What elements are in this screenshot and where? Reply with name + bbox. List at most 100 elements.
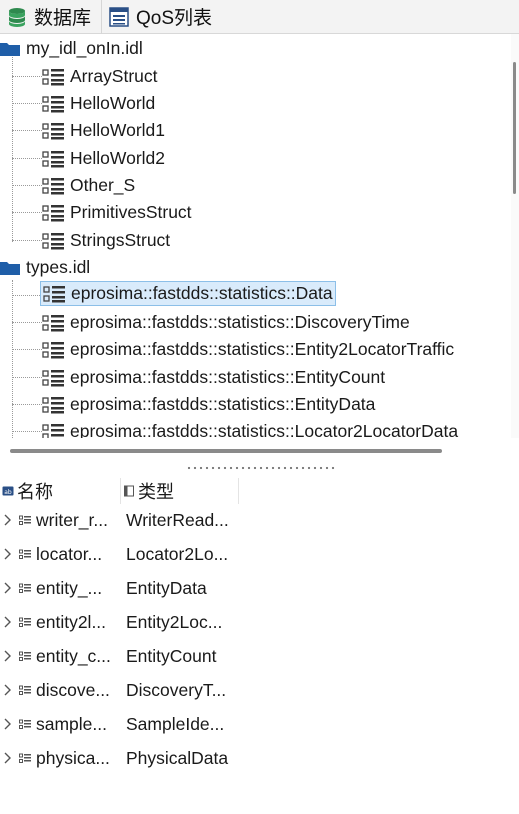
struct-icon — [43, 285, 65, 302]
svg-text:ab: ab — [4, 489, 12, 496]
cell-name: locator... — [36, 544, 103, 564]
tree-item[interactable]: StringsStruct — [42, 227, 170, 254]
tree-item-label: PrimitivesStruct — [70, 202, 192, 222]
table-header: ab 名称 类型 — [0, 478, 519, 504]
tree-item[interactable]: ArrayStruct — [42, 63, 158, 90]
tree-item-label: eprosima::fastdds::statistics::EntityCou… — [70, 367, 386, 387]
tree-item[interactable]: eprosima::fastdds::statistics::Discovery… — [42, 309, 410, 336]
tree-connector — [12, 76, 42, 77]
tree-connector — [12, 212, 42, 213]
folder-icon — [0, 262, 20, 275]
table-row[interactable]: sample... SampleIde... — [0, 708, 519, 741]
tree-item[interactable]: PrimitivesStruct — [42, 199, 192, 226]
tab-qos-list[interactable]: QoS列表 — [101, 0, 218, 34]
column-header-name[interactable]: ab 名称 — [2, 478, 114, 504]
tree-connector — [12, 54, 13, 242]
cell-name: discove... — [36, 680, 110, 700]
chevron-right-icon[interactable] — [3, 615, 13, 629]
tab-qos-list-label: QoS列表 — [136, 8, 213, 29]
struct-icon — [42, 150, 64, 167]
table-row[interactable]: entity2l... Entity2Loc... — [0, 606, 519, 639]
chevron-right-icon[interactable] — [3, 581, 13, 595]
database-icon — [9, 7, 25, 27]
column-header-type[interactable]: 类型 — [120, 478, 238, 504]
tree-item[interactable]: HelloWorld2 — [42, 145, 165, 172]
table-row[interactable]: writer_r... WriterRead... — [0, 504, 519, 537]
table-row[interactable]: discove... DiscoveryT... — [0, 674, 519, 707]
chevron-right-icon[interactable] — [3, 649, 13, 663]
tree-item-label: ArrayStruct — [70, 66, 158, 86]
tree-item[interactable]: Other_S — [42, 172, 135, 199]
cell-type: Entity2Loc... — [126, 612, 223, 632]
struct-icon — [42, 369, 64, 386]
field-icon — [19, 617, 31, 627]
struct-icon — [42, 68, 64, 85]
table-row[interactable]: entity_... EntityData — [0, 572, 519, 605]
field-icon — [19, 549, 31, 559]
struct-icon — [42, 177, 64, 194]
qos-list-icon — [109, 6, 129, 27]
tree-connector — [12, 377, 42, 378]
chevron-right-icon[interactable] — [3, 683, 13, 697]
tree-item[interactable]: eprosima::fastdds::statistics::EntityDat… — [42, 391, 375, 418]
table-row[interactable]: locator... Locator2Lo... — [0, 538, 519, 571]
panel-splitter[interactable] — [0, 455, 519, 475]
tree-item[interactable]: HelloWorld1 — [42, 117, 165, 144]
tree-item-label: StringsStruct — [70, 230, 171, 250]
tree-item[interactable]: HelloWorld — [42, 90, 155, 117]
tree-item-label: eprosima::fastdds::statistics::Locator2L… — [70, 421, 459, 438]
table-row[interactable]: physica... PhysicalData — [0, 742, 519, 775]
tree-item[interactable]: eprosima::fastdds::statistics::EntityCou… — [42, 364, 385, 391]
tree-item-label: HelloWorld — [70, 93, 156, 113]
cell-name: entity_c... — [36, 646, 111, 666]
tree-item-selected[interactable]: eprosima::fastdds::statistics::Data — [40, 281, 336, 306]
column-header-empty — [238, 478, 519, 504]
tree-vertical-scroll-thumb[interactable] — [513, 62, 516, 194]
tree-connector — [12, 295, 40, 296]
field-icon — [19, 515, 31, 525]
struct-icon — [42, 232, 64, 249]
cell-type: EntityCount — [126, 646, 217, 666]
struct-icon — [42, 204, 64, 221]
tree-file-my-idl[interactable]: my_idl_onIn.idl — [0, 35, 143, 62]
splitter-grip-icon[interactable] — [186, 466, 336, 470]
struct-icon — [42, 122, 64, 139]
cell-type: PhysicalData — [126, 748, 229, 768]
cell-type: Locator2Lo... — [126, 544, 229, 564]
member-table: ab 名称 类型 writer_r... WriterRead... locat… — [0, 478, 519, 814]
cell-name: sample... — [36, 714, 107, 734]
tree-file-label: types.idl — [26, 257, 91, 277]
field-icon — [19, 583, 31, 593]
chevron-right-icon[interactable] — [3, 547, 13, 561]
tree-item[interactable]: eprosima::fastdds::statistics::Entity2Lo… — [42, 336, 454, 363]
chevron-right-icon[interactable] — [3, 751, 13, 765]
table-row[interactable]: entity_c... EntityCount — [0, 640, 519, 673]
tree-connector — [12, 280, 13, 438]
tree-item-label: HelloWorld2 — [70, 148, 165, 168]
tree-connector — [12, 130, 42, 131]
chevron-right-icon[interactable] — [3, 717, 13, 731]
type-column-icon — [124, 485, 134, 497]
column-header-name-label: 名称 — [17, 482, 53, 502]
tree-connector — [12, 322, 42, 323]
tree-horizontal-scroll-thumb[interactable] — [10, 449, 442, 453]
column-header-type-label: 类型 — [138, 482, 174, 502]
idl-tree: my_idl_onIn.idl ArrayStruct HelloWorld H… — [0, 34, 519, 438]
chevron-right-icon[interactable] — [3, 513, 13, 527]
struct-icon — [42, 95, 64, 112]
field-icon — [19, 719, 31, 729]
cell-type: SampleIde... — [126, 714, 225, 734]
tree-connector — [12, 185, 42, 186]
tree-connector — [12, 404, 42, 405]
tree-item-label: eprosima::fastdds::statistics::Entity2Lo… — [70, 339, 455, 359]
tree-connector — [12, 158, 42, 159]
tab-database-label: 数据库 — [34, 8, 92, 29]
cell-type: WriterRead... — [126, 510, 229, 530]
cell-name: entity_... — [36, 578, 103, 598]
struct-icon — [42, 314, 64, 331]
tab-database[interactable]: 数据库 — [0, 0, 97, 34]
struct-icon — [42, 396, 64, 413]
tree-connector — [12, 240, 42, 241]
tree-file-types[interactable]: types.idl — [0, 254, 90, 281]
tree-item[interactable]: eprosima::fastdds::statistics::Locator2L… — [42, 418, 458, 438]
